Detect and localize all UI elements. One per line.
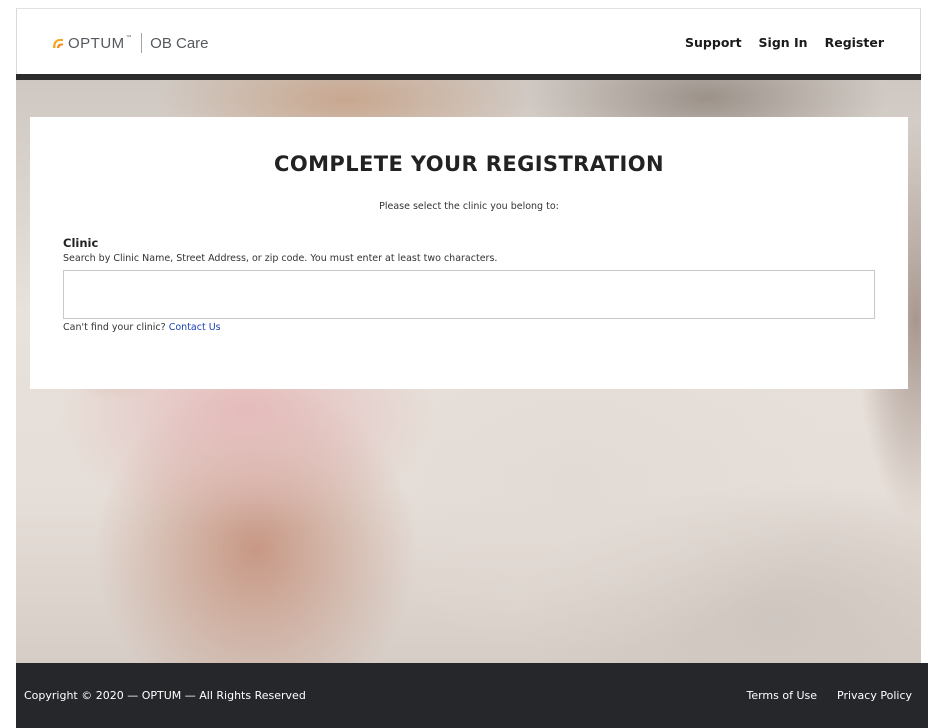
terms-of-use-link[interactable]: Terms of Use xyxy=(746,689,817,702)
brand-logo[interactable]: OPTUM™ OB Care xyxy=(51,33,209,53)
site-header: OPTUM™ OB Care Support Sign In Register xyxy=(16,8,921,74)
page: OPTUM™ OB Care Support Sign In Register … xyxy=(0,0,928,728)
nav-support-link[interactable]: Support xyxy=(685,35,742,50)
logo-divider xyxy=(141,33,143,53)
site-footer: Copyright © 2020 — OPTUM — All Rights Re… xyxy=(16,663,928,728)
product-name: OB Care xyxy=(150,34,209,52)
footer-links: Terms of Use Privacy Policy xyxy=(746,689,912,702)
optum-logo-icon xyxy=(51,36,65,50)
page-title: COMPLETE YOUR REGISTRATION xyxy=(274,152,664,176)
copyright-text: Copyright © 2020 — OPTUM — All Rights Re… xyxy=(24,689,306,702)
page-subtitle: Please select the clinic you belong to: xyxy=(379,201,559,212)
brand-text: OPTUM xyxy=(68,34,125,52)
nav-register-link[interactable]: Register xyxy=(825,35,884,50)
cant-find-clinic-text: Can't find your clinic? xyxy=(63,322,166,333)
brand-trademark: ™ xyxy=(125,34,133,41)
nav-sign-in-link[interactable]: Sign In xyxy=(759,35,808,50)
contact-us-link[interactable]: Contact Us xyxy=(169,322,221,333)
brand-name: OPTUM™ xyxy=(68,35,132,52)
clinic-label: Clinic xyxy=(63,236,99,250)
clinic-search-input[interactable] xyxy=(63,270,875,319)
privacy-policy-link[interactable]: Privacy Policy xyxy=(837,689,912,702)
registration-card: COMPLETE YOUR REGISTRATION Please select… xyxy=(30,117,908,389)
clinic-help-text: Search by Clinic Name, Street Address, o… xyxy=(63,253,498,264)
cant-find-clinic-line: Can't find your clinic? Contact Us xyxy=(63,322,221,333)
header-nav: Support Sign In Register xyxy=(685,35,884,50)
